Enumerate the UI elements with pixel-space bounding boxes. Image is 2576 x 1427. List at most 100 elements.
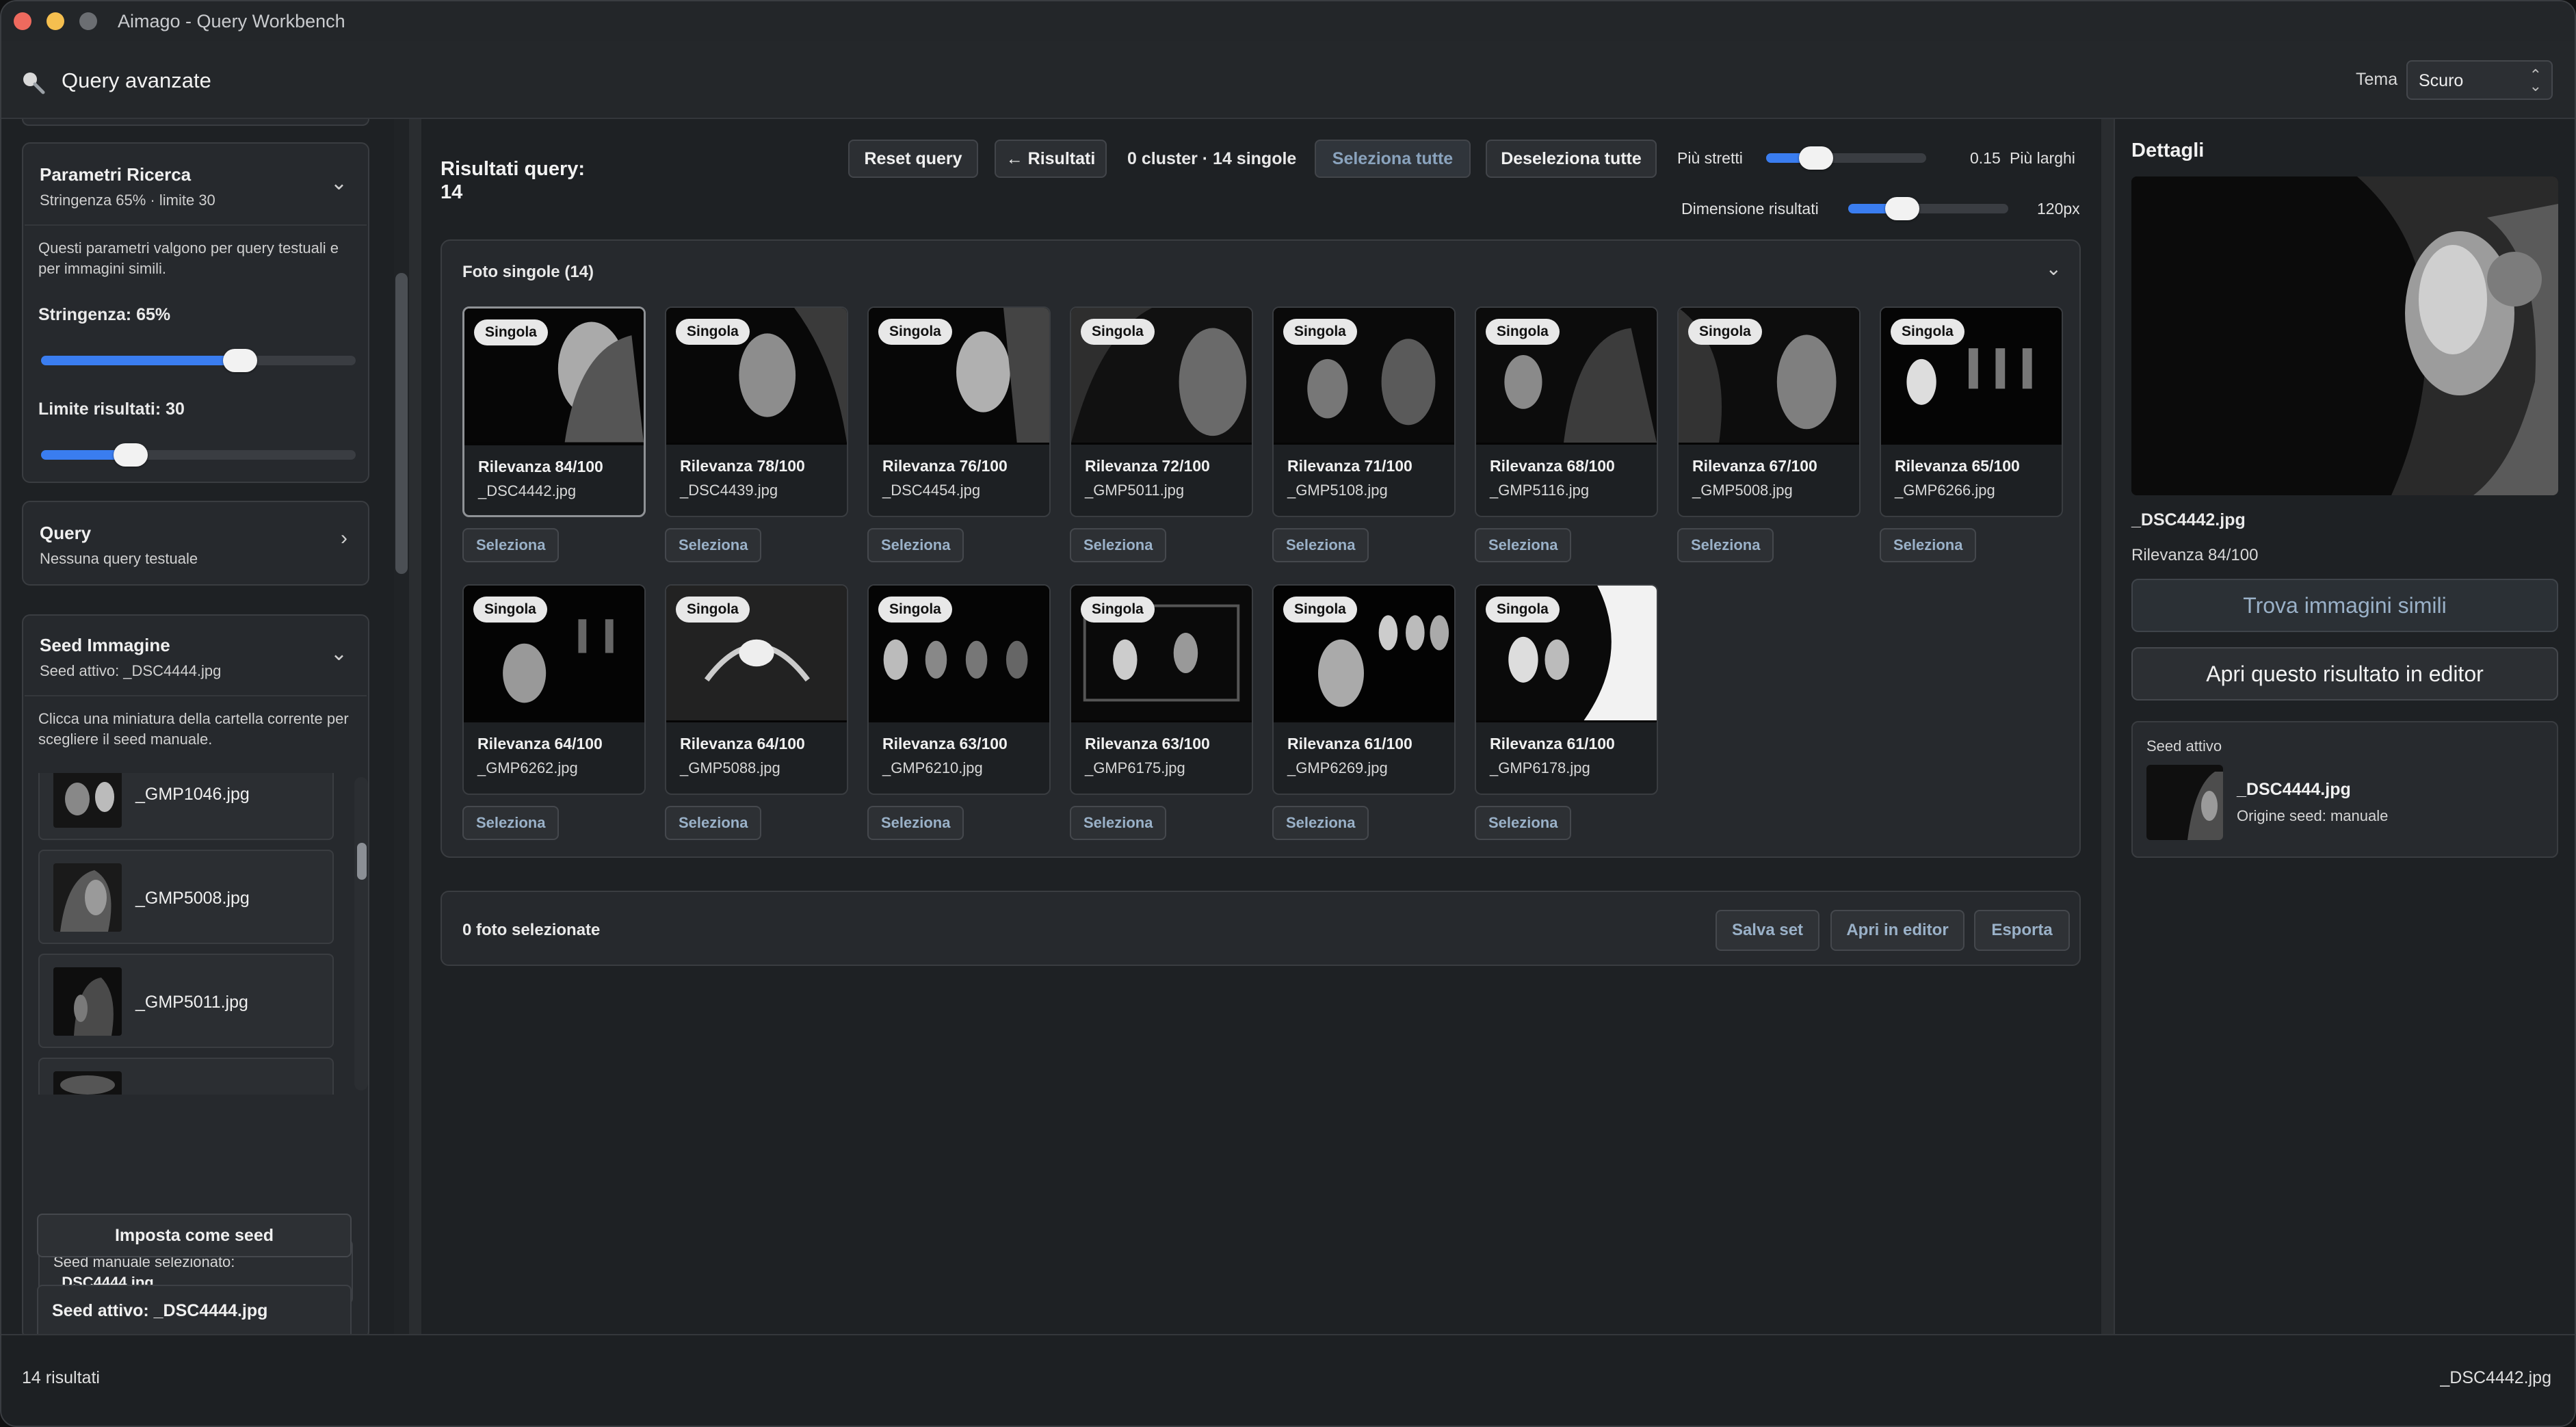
result-card[interactable]: Singola Rilevanza 65/100 _GMP6266.jpg [1880, 306, 2063, 517]
select-result-button[interactable]: Seleziona [665, 806, 762, 840]
result-card[interactable]: Singola Rilevanza 64/100 _GMP5088.jpg [665, 584, 848, 795]
result-card[interactable]: Singola Rilevanza 84/100 _DSC4442.jpg [462, 306, 646, 517]
set-seed-button[interactable]: Imposta come seed [37, 1214, 352, 1257]
result-card[interactable]: Singola Rilevanza 61/100 _GMP6269.jpg [1272, 584, 1456, 795]
seed-list-item[interactable] [38, 1058, 334, 1095]
result-relevance: Rilevanza 64/100 [477, 735, 603, 752]
seed-thumbnail-list[interactable]: _GMP1046.jpg _GMP5008.jpg _GMP5011.jpg [38, 773, 353, 1095]
result-thumbnail: Singola [1071, 586, 1252, 722]
single-badge: Singola [473, 597, 547, 623]
select-result-button[interactable]: Seleziona [1475, 528, 1572, 562]
seed-description: Clicca una miniatura della cartella corr… [38, 710, 349, 748]
active-seed-file: _DSC4444.jpg [2237, 780, 2351, 799]
result-thumbnail: Singola [1274, 308, 1454, 445]
params-title: Parametri Ricerca [40, 164, 192, 185]
find-similar-button[interactable]: Trova immagini simili [2131, 579, 2558, 632]
result-relevance: Rilevanza 61/100 [1287, 735, 1412, 752]
select-result-button[interactable]: Seleziona [1475, 806, 1572, 840]
strictness-thumb[interactable] [223, 349, 257, 372]
deselect-all-button[interactable]: Deseleziona tutte [1486, 140, 1657, 178]
results-title: Risultati query: 14 [441, 157, 585, 204]
active-seed-box: Seed attivo: _DSC4444.jpg [37, 1285, 352, 1339]
theme-select[interactable]: Scuro ⌃ ⌄ [2406, 60, 2553, 100]
seed-list-item[interactable]: _GMP1046.jpg [38, 773, 334, 840]
result-thumbnail: Singola [1476, 586, 1657, 722]
single-badge: Singola [1081, 597, 1155, 623]
params-subtitle: Stringenza 65% · limite 30 [40, 192, 215, 209]
save-set-button[interactable]: Salva set [1716, 910, 1819, 951]
seed-list-item[interactable]: _GMP5008.jpg [38, 850, 334, 944]
result-thumbnail: Singola [869, 308, 1049, 445]
result-card[interactable]: Singola Rilevanza 61/100 _GMP6178.jpg [1475, 584, 1658, 795]
export-button[interactable]: Esporta [1974, 910, 2070, 951]
select-result-button[interactable]: Seleziona [867, 528, 964, 562]
select-result-button[interactable]: Seleziona [1070, 806, 1167, 840]
chevron-down-icon[interactable]: ⌄ [330, 642, 347, 666]
sidebar-scroll-thumb[interactable] [395, 273, 408, 574]
select-result-button[interactable]: Seleziona [462, 806, 560, 840]
select-result-button[interactable]: Seleziona [1880, 528, 1977, 562]
select-result-button[interactable]: Seleziona [462, 528, 560, 562]
result-card[interactable]: Singola Rilevanza 71/100 _GMP5108.jpg [1272, 306, 1456, 517]
result-card[interactable]: Singola Rilevanza 63/100 _GMP6210.jpg [867, 584, 1051, 795]
reset-query-button[interactable]: Reset query [848, 140, 978, 178]
chevron-down-icon[interactable]: ⌄ [2046, 257, 2062, 280]
splitter-right[interactable] [2101, 119, 2114, 1334]
result-card[interactable]: Singola Rilevanza 63/100 _GMP6175.jpg [1070, 584, 1253, 795]
params-description: Questi parametri valgono per query testu… [38, 239, 339, 277]
minimize-window-button[interactable] [47, 12, 64, 30]
result-card[interactable]: Singola Rilevanza 78/100 _DSC4439.jpg [665, 306, 848, 517]
select-result-button[interactable]: Seleziona [1677, 528, 1774, 562]
close-window-button[interactable] [14, 12, 31, 30]
active-seed-origin: Origine seed: manuale [2237, 807, 2389, 824]
divider [25, 224, 367, 226]
seed-item-name: _GMP1046.jpg [135, 785, 250, 804]
limit-thumb[interactable] [114, 443, 148, 467]
strictness-fill [41, 356, 246, 365]
back-to-results-button[interactable]: ← Risultati [995, 140, 1107, 178]
size-value: 120px [2037, 200, 2080, 218]
cluster-thumb[interactable] [1799, 146, 1833, 170]
zoom-window-button[interactable] [79, 12, 97, 30]
result-thumbnail: Singola [464, 586, 644, 722]
chevron-right-icon[interactable]: › [341, 527, 347, 550]
open-in-editor-button[interactable]: Apri in editor [1830, 910, 1964, 951]
seed-list-scrollbar[interactable] [354, 777, 368, 1090]
single-badge: Singola [676, 319, 750, 345]
size-thumb[interactable] [1885, 197, 1919, 220]
select-result-button[interactable]: Seleziona [1070, 528, 1167, 562]
select-result-button[interactable]: Seleziona [1272, 528, 1369, 562]
result-card[interactable]: Singola Rilevanza 67/100 _GMP5008.jpg [1677, 306, 1861, 517]
page-title: Query avanzate [62, 68, 211, 92]
result-card[interactable]: Singola Rilevanza 68/100 _GMP5116.jpg [1475, 306, 1658, 517]
result-thumbnail: Singola [1881, 308, 2062, 445]
open-result-in-editor-button[interactable]: Apri questo risultato in editor [2131, 647, 2558, 701]
result-card[interactable]: Singola Rilevanza 72/100 _GMP5011.jpg [1070, 306, 1253, 517]
splitter-left[interactable] [409, 119, 421, 1334]
seed-item-name: _GMP5008.jpg [135, 889, 250, 908]
result-card[interactable]: Singola Rilevanza 64/100 _GMP6262.jpg [462, 584, 646, 795]
active-seed-card: Seed attivo _DSC4444.jpg Origine seed: m… [2131, 721, 2558, 858]
seed-list-item[interactable]: _GMP5011.jpg [38, 954, 334, 1048]
active-seed-thumbnail [2146, 765, 2223, 840]
cluster-slider[interactable] [1766, 146, 1926, 170]
limit-slider[interactable] [41, 443, 356, 467]
select-result-button[interactable]: Seleziona [867, 806, 964, 840]
chevron-down-icon[interactable]: ⌄ [330, 171, 347, 195]
result-file-name: _GMP6175.jpg [1085, 759, 1185, 776]
seed-thumbnail [53, 773, 122, 828]
result-card[interactable]: Singola Rilevanza 76/100 _DSC4454.jpg [867, 306, 1051, 517]
app-header: Query avanzate Tema Scuro ⌃ ⌄ [1, 41, 2575, 119]
size-slider[interactable] [1848, 197, 2008, 220]
result-file-name: _GMP5088.jpg [680, 759, 780, 776]
result-file-name: _GMP5108.jpg [1287, 482, 1388, 499]
query-panel[interactable]: Query Nessuna query testuale › [22, 501, 369, 586]
result-relevance: Rilevanza 63/100 [1085, 735, 1210, 752]
select-result-button[interactable]: Seleziona [665, 528, 762, 562]
results-title-label: Risultati query: [441, 158, 586, 180]
strictness-slider[interactable] [41, 349, 356, 372]
result-relevance: Rilevanza 84/100 [478, 458, 603, 475]
select-result-button[interactable]: Seleziona [1272, 806, 1369, 840]
seed-list-scroll-thumb[interactable] [357, 843, 367, 880]
select-all-button[interactable]: Seleziona tutte [1315, 140, 1471, 178]
